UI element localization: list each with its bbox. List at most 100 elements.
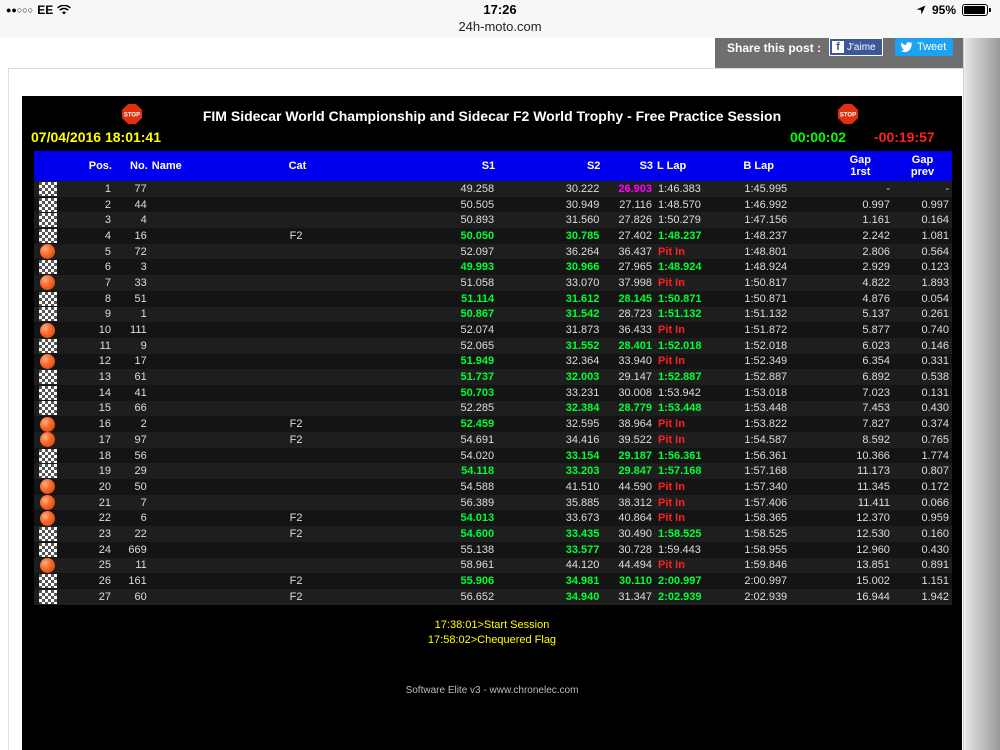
category-cell xyxy=(286,400,329,417)
sector3-cell: 30.728 xyxy=(602,541,656,558)
sector3-cell: 29.187 xyxy=(602,447,656,464)
last-lap-cell: 1:58.525 xyxy=(655,526,742,542)
gap-prev-cell: 0.891 xyxy=(892,557,952,574)
number-cell: 11 xyxy=(113,557,150,574)
sector2-cell: 33.154 xyxy=(497,447,603,464)
sector1-cell: 54.020 xyxy=(328,447,498,464)
position-cell: 23 xyxy=(61,526,114,542)
sector3-cell: 33.940 xyxy=(602,353,656,370)
sector3-cell: 37.998 xyxy=(602,275,656,291)
sector3-cell: 29.147 xyxy=(602,369,656,385)
pit-ball-icon xyxy=(40,322,56,338)
pit-ball-icon xyxy=(40,510,56,526)
gap-first-cell: 12.530 xyxy=(827,526,893,542)
gap-first-cell: 2.242 xyxy=(827,228,893,244)
name-cell xyxy=(149,369,287,385)
table-row: 4 16 F2 50.050 30.785 27.402 1:48.237 1:48.237 2… xyxy=(34,228,952,244)
sector2-cell: 30.966 xyxy=(497,259,603,276)
name-cell xyxy=(149,463,287,480)
sector2-cell: 34.981 xyxy=(497,573,603,589)
category-cell xyxy=(286,322,329,338)
battery-icon xyxy=(962,4,991,16)
chequered-flag-icon xyxy=(38,228,57,243)
last-lap-cell: 1:53.942 xyxy=(655,384,742,401)
name-cell xyxy=(149,275,287,291)
category-cell xyxy=(286,181,329,197)
name-cell xyxy=(149,494,287,511)
gap-first-column-header: Gap 1rst xyxy=(827,151,893,181)
sector1-cell: 54.013 xyxy=(328,510,498,527)
address-bar[interactable]: 24h-moto.com xyxy=(0,19,1000,34)
last-lap-cell: 1:59.443 xyxy=(655,541,742,558)
category-cell: F2 xyxy=(286,573,329,589)
gap-prev-cell: 0.131 xyxy=(892,384,952,401)
category-cell: F2 xyxy=(286,526,329,542)
sector1-cell: 55.138 xyxy=(328,541,498,558)
last-lap-cell: 1:57.168 xyxy=(655,463,742,480)
status-cell xyxy=(34,290,62,307)
number-cell: 29 xyxy=(113,463,150,480)
sector3-cell: 28.779 xyxy=(602,400,656,417)
status-cell xyxy=(34,557,62,574)
status-cell xyxy=(34,541,62,558)
gap-first-cell: 5.877 xyxy=(827,322,893,338)
s2-column-header: S2 xyxy=(497,151,603,181)
sector1-cell: 52.285 xyxy=(328,400,498,417)
number-cell: 66 xyxy=(113,400,150,417)
sector1-cell: 54.691 xyxy=(328,432,498,448)
sector2-cell: 33.070 xyxy=(497,275,603,291)
gap-first-cell: 11.345 xyxy=(827,479,893,495)
status-cell xyxy=(34,306,62,323)
status-cell xyxy=(34,384,62,401)
gap-first-cell: 11.173 xyxy=(827,463,893,480)
position-cell: 5 xyxy=(61,243,114,260)
session-datetime: 07/04/2016 18:01:41 xyxy=(31,129,161,145)
best-lap-cell: 1:53.448 xyxy=(741,400,828,417)
gap-first-cell: 4.876 xyxy=(827,290,893,307)
number-cell: 22 xyxy=(113,526,150,542)
sector2-cell: 36.264 xyxy=(497,243,603,260)
table-row: 16 2 F2 52.459 32.595 38.964 Pit In 1:53.822 7.8… xyxy=(34,416,952,432)
facebook-like-button[interactable]: f J'aime xyxy=(829,38,883,56)
name-column-header: Name xyxy=(149,151,287,181)
stop-sign-icon: STOP xyxy=(838,104,858,124)
tweet-button[interactable]: Tweet xyxy=(895,38,953,56)
last-lap-cell: Pit In xyxy=(655,557,742,574)
best-lap-column-header: B Lap xyxy=(741,151,828,181)
name-cell xyxy=(149,306,287,323)
number-cell: 1 xyxy=(113,306,150,323)
last-lap-cell: 1:52.018 xyxy=(655,337,742,354)
sector2-cell: 34.416 xyxy=(497,432,603,448)
sector1-cell: 58.961 xyxy=(328,557,498,574)
status-cell xyxy=(34,526,62,542)
session-events: 17:38:01>Start Session 17:58:02>Chequere… xyxy=(22,618,962,648)
pit-ball-icon xyxy=(40,432,56,448)
sector2-cell: 41.510 xyxy=(497,479,603,495)
best-lap-cell: 1:57.340 xyxy=(741,479,828,495)
sector2-cell: 31.873 xyxy=(497,322,603,338)
table-row: 21 7 56.389 35.885 38.312 Pit In 1:57.406 11.41… xyxy=(34,494,952,511)
status-cell xyxy=(34,416,62,432)
best-lap-cell: 1:58.955 xyxy=(741,541,828,558)
last-lap-cell: Pit In xyxy=(655,494,742,511)
sector1-cell: 54.600 xyxy=(328,526,498,542)
status-cell xyxy=(34,479,62,495)
session-title: FIM Sidecar World Championship and Sidec… xyxy=(202,108,782,124)
last-lap-cell: Pit In xyxy=(655,432,742,448)
number-cell: 44 xyxy=(113,196,150,213)
gap-first-cell: 4.822 xyxy=(827,275,893,291)
number-cell: 61 xyxy=(113,369,150,385)
sector3-cell: 36.433 xyxy=(602,322,656,338)
position-cell: 7 xyxy=(61,275,114,291)
sector2-cell: 33.673 xyxy=(497,510,603,527)
last-lap-cell: Pit In xyxy=(655,479,742,495)
table-row: 18 56 54.020 33.154 29.187 1:56.361 1:56.361 10… xyxy=(34,447,952,464)
background-edge xyxy=(965,38,1000,750)
sector2-cell: 34.940 xyxy=(497,588,603,605)
gap-prev-cell: 1.942 xyxy=(892,588,952,605)
gap-prev-cell: 0.146 xyxy=(892,337,952,354)
last-lap-cell: Pit In xyxy=(655,510,742,527)
number-cell: 2 xyxy=(113,416,150,432)
sector3-cell: 27.116 xyxy=(602,196,656,213)
results-body: 1 77 49.258 30.222 26.903 1:46.383 1:45.995- -2… xyxy=(34,181,952,605)
